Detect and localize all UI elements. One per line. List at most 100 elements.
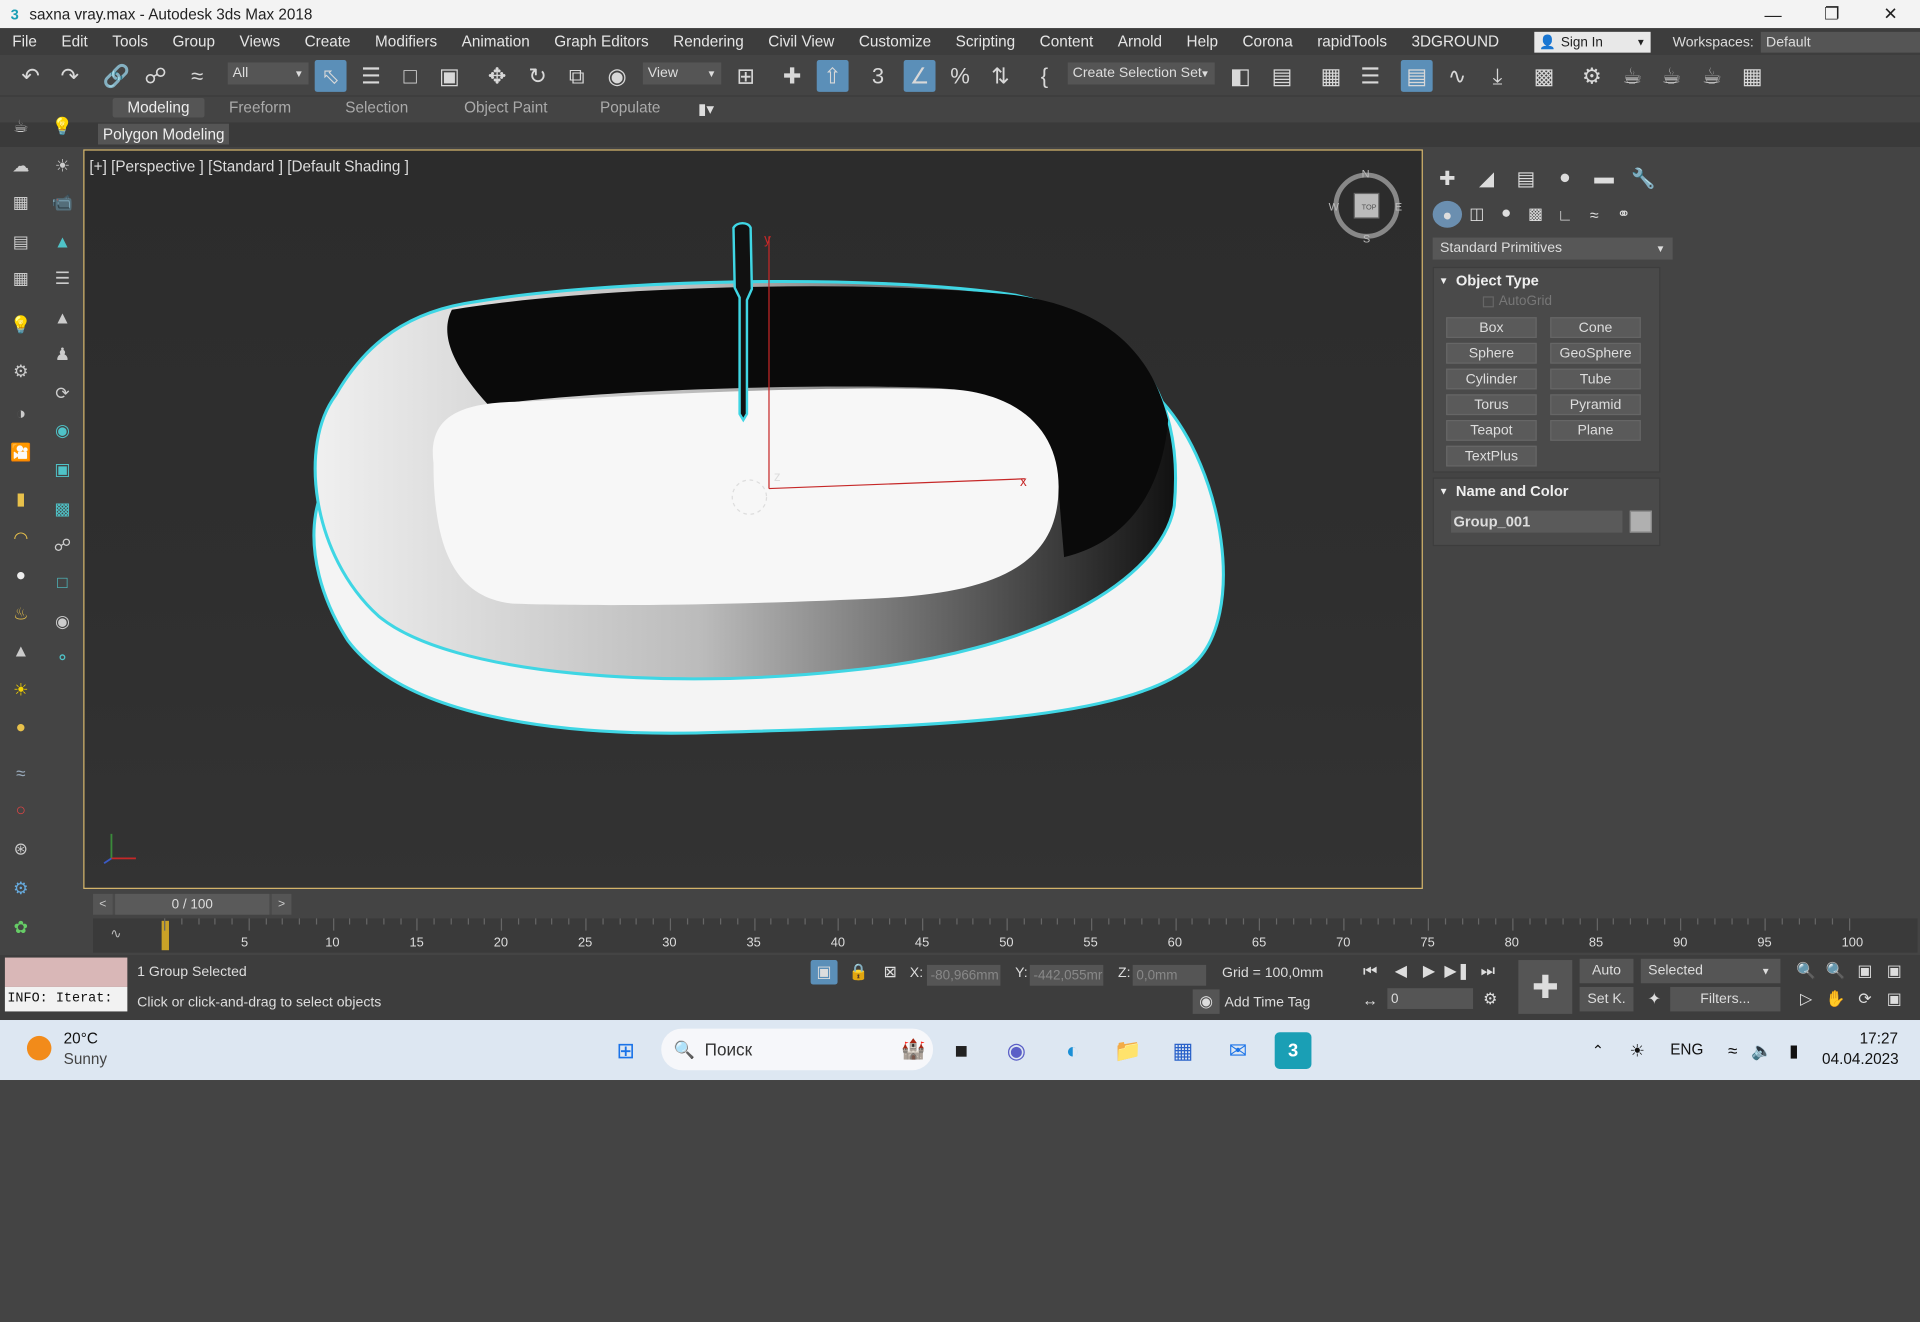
track-bar[interactable]: ∿ 5 10 15 20 25 30 35 40 45 50 55 60 65 70 75 80 85 90 95 1… bbox=[93, 918, 1918, 953]
orbit-icon[interactable]: ⟳ bbox=[1851, 987, 1878, 1011]
key-tangent-icon[interactable]: ✦ bbox=[1641, 987, 1668, 1011]
menu-civil-view[interactable]: Civil View bbox=[756, 33, 847, 50]
schematic-view-icon[interactable]: ⤓ bbox=[1482, 60, 1514, 92]
menu-group[interactable]: Group bbox=[160, 33, 227, 50]
render-iterative-icon[interactable]: ☕ bbox=[1696, 60, 1728, 92]
maxscript-listener[interactable] bbox=[4, 957, 128, 987]
selection-filter-dropdown[interactable]: All ▼ bbox=[227, 62, 309, 85]
clock-date[interactable]: 04.04.2023 bbox=[1822, 1051, 1899, 1068]
export-icon[interactable]: ▩ bbox=[49, 495, 76, 522]
ribbon-options-icon[interactable]: ▮▾ bbox=[698, 99, 714, 117]
auto-key-button[interactable]: Auto bbox=[1579, 958, 1634, 984]
y-coordinate-field[interactable]: -442,055mr bbox=[1029, 964, 1104, 986]
frame-counter[interactable]: 0 / 100 bbox=[115, 893, 270, 915]
unlink-icon[interactable]: ☍ bbox=[140, 60, 172, 92]
scene-explorer-icon[interactable]: ▦ bbox=[1315, 60, 1347, 92]
lamp-icon[interactable]: ♨ bbox=[7, 600, 34, 627]
play-icon[interactable]: ▶ bbox=[1416, 959, 1443, 983]
redo-icon[interactable]: ↷ bbox=[54, 60, 86, 92]
close-button[interactable]: ✕ bbox=[1861, 0, 1920, 28]
angle-snap-icon[interactable]: ∠ bbox=[903, 60, 936, 92]
rectangular-selection-icon[interactable]: □ bbox=[394, 60, 426, 92]
tab-populate[interactable]: Populate bbox=[600, 99, 660, 116]
next-key-icon[interactable]: ▶❚ bbox=[1444, 959, 1471, 983]
align-icon[interactable]: ▤ bbox=[1266, 60, 1298, 92]
minimize-button[interactable]: — bbox=[1744, 0, 1803, 28]
object-color-swatch[interactable] bbox=[1629, 510, 1652, 533]
language-indicator[interactable]: ENG bbox=[1670, 1041, 1703, 1058]
camera-icon[interactable]: 📹 bbox=[49, 189, 76, 216]
utilities-tab-icon[interactable]: 🔧 bbox=[1624, 162, 1663, 196]
zoom-extents-all-icon[interactable]: ▣ bbox=[1881, 959, 1908, 983]
globe-icon[interactable]: ◉ bbox=[49, 416, 76, 443]
chat-icon[interactable]: ◉ bbox=[998, 1032, 1035, 1069]
reference-coordinate-dropdown[interactable]: View ▼ bbox=[642, 62, 722, 85]
hair-icon[interactable]: ≈ bbox=[7, 759, 34, 786]
filters-button[interactable]: Filters... bbox=[1670, 986, 1781, 1012]
menu-animation[interactable]: Animation bbox=[449, 33, 542, 50]
restore-button[interactable]: ❐ bbox=[1802, 0, 1861, 28]
teapot-button[interactable]: Teapot bbox=[1446, 420, 1537, 441]
time-slider[interactable]: < 0 / 100 > bbox=[93, 893, 292, 915]
toggle-ribbon-icon[interactable]: ▤ bbox=[1400, 60, 1433, 92]
keyboard-shortcut-override-icon[interactable]: ⇧ bbox=[816, 60, 849, 92]
tree-icon[interactable]: ▲ bbox=[49, 228, 76, 255]
battery-icon[interactable]: ▮ bbox=[1776, 1032, 1813, 1069]
picture-icon[interactable]: ▦ bbox=[7, 189, 34, 216]
motion-tab-icon[interactable]: ● bbox=[1545, 162, 1584, 196]
time-tag-icon[interactable]: ◉ bbox=[1192, 989, 1220, 1014]
sun-icon[interactable]: ☀ bbox=[49, 152, 76, 179]
pyramid-icon[interactable]: ▲ bbox=[49, 304, 76, 331]
tab-freeform[interactable]: Freeform bbox=[229, 99, 291, 116]
tube-button[interactable]: Tube bbox=[1550, 368, 1641, 390]
bulb-icon[interactable]: 💡 bbox=[7, 311, 34, 338]
microsoft-store-icon[interactable]: ▦ bbox=[1164, 1032, 1201, 1069]
zoom-extents-icon[interactable]: ▣ bbox=[1851, 959, 1878, 983]
helpers-icon[interactable]: ∟ bbox=[1550, 201, 1579, 228]
cloud-icon[interactable]: ☁ bbox=[7, 152, 34, 179]
hierarchy-tab-icon[interactable]: ▤ bbox=[1506, 162, 1545, 196]
curve-editor-icon[interactable]: ∿ bbox=[1441, 60, 1473, 92]
sphere-button[interactable]: Sphere bbox=[1446, 342, 1537, 364]
film-icon[interactable]: 🎦 bbox=[7, 438, 34, 465]
network-status-icon[interactable]: ☀ bbox=[1619, 1032, 1656, 1069]
maximize-viewport-icon[interactable]: ▣ bbox=[1881, 987, 1908, 1011]
windows-start-icon[interactable]: ⊞ bbox=[607, 1032, 644, 1069]
weather-description[interactable]: Sunny bbox=[64, 1051, 107, 1068]
add-time-tag[interactable]: Add Time Tag bbox=[1225, 996, 1311, 1011]
systems-icon[interactable]: ⚭ bbox=[1609, 201, 1638, 228]
viewcube[interactable]: TOP N S E W bbox=[1329, 169, 1402, 246]
display-tab-icon[interactable]: ▬ bbox=[1585, 162, 1624, 196]
selection-lock-icon[interactable]: 🔒 bbox=[845, 960, 872, 984]
next-frame-button[interactable]: > bbox=[271, 893, 292, 915]
set-key-button[interactable]: Set K. bbox=[1579, 986, 1634, 1012]
tab-selection[interactable]: Selection bbox=[345, 99, 408, 116]
material-editor-icon[interactable]: ▩ bbox=[1528, 60, 1560, 92]
select-by-name-icon[interactable]: ☰ bbox=[355, 60, 387, 92]
modify-tab-icon[interactable]: ◢ bbox=[1467, 162, 1506, 196]
window-icon[interactable]: □ bbox=[49, 568, 76, 595]
tab-object-paint[interactable]: Object Paint bbox=[464, 99, 547, 116]
menu-3dground[interactable]: 3DGROUND bbox=[1399, 33, 1511, 50]
isolate-selection-icon[interactable]: ▣ bbox=[810, 960, 838, 985]
panel-icon[interactable]: ▮ bbox=[7, 485, 34, 512]
menu-edit[interactable]: Edit bbox=[49, 33, 100, 50]
select-object-icon[interactable]: ⬁ bbox=[314, 60, 347, 92]
space-warps-icon[interactable]: ≈ bbox=[1580, 201, 1609, 228]
eye-icon[interactable]: ◉ bbox=[49, 607, 76, 634]
window-crossing-icon[interactable]: ▣ bbox=[433, 60, 465, 92]
named-selection-set-dropdown[interactable]: Create Selection Set ▼ bbox=[1067, 62, 1215, 85]
gear-blue-icon[interactable]: ⚙ bbox=[7, 874, 34, 901]
primitive-category-dropdown[interactable]: Standard Primitives ▼ bbox=[1432, 237, 1673, 260]
menu-file[interactable]: File bbox=[0, 33, 49, 50]
3ds-max-taskbar-icon[interactable]: 3 bbox=[1274, 1032, 1312, 1069]
undo-icon[interactable]: ↶ bbox=[15, 60, 47, 92]
edit-named-selection-icon[interactable]: { bbox=[1029, 60, 1061, 92]
rotate-icon[interactable]: ↻ bbox=[522, 60, 554, 92]
weather-temperature[interactable]: 20°C bbox=[64, 1030, 98, 1047]
sunburst-icon[interactable]: ☀ bbox=[7, 676, 34, 703]
tray-chevron-up-icon[interactable]: ⌃ bbox=[1580, 1032, 1617, 1069]
geometry-icon[interactable]: ● bbox=[1432, 200, 1463, 228]
textplus-button[interactable]: TextPlus bbox=[1446, 445, 1537, 467]
plant-icon[interactable]: ✿ bbox=[7, 913, 34, 940]
